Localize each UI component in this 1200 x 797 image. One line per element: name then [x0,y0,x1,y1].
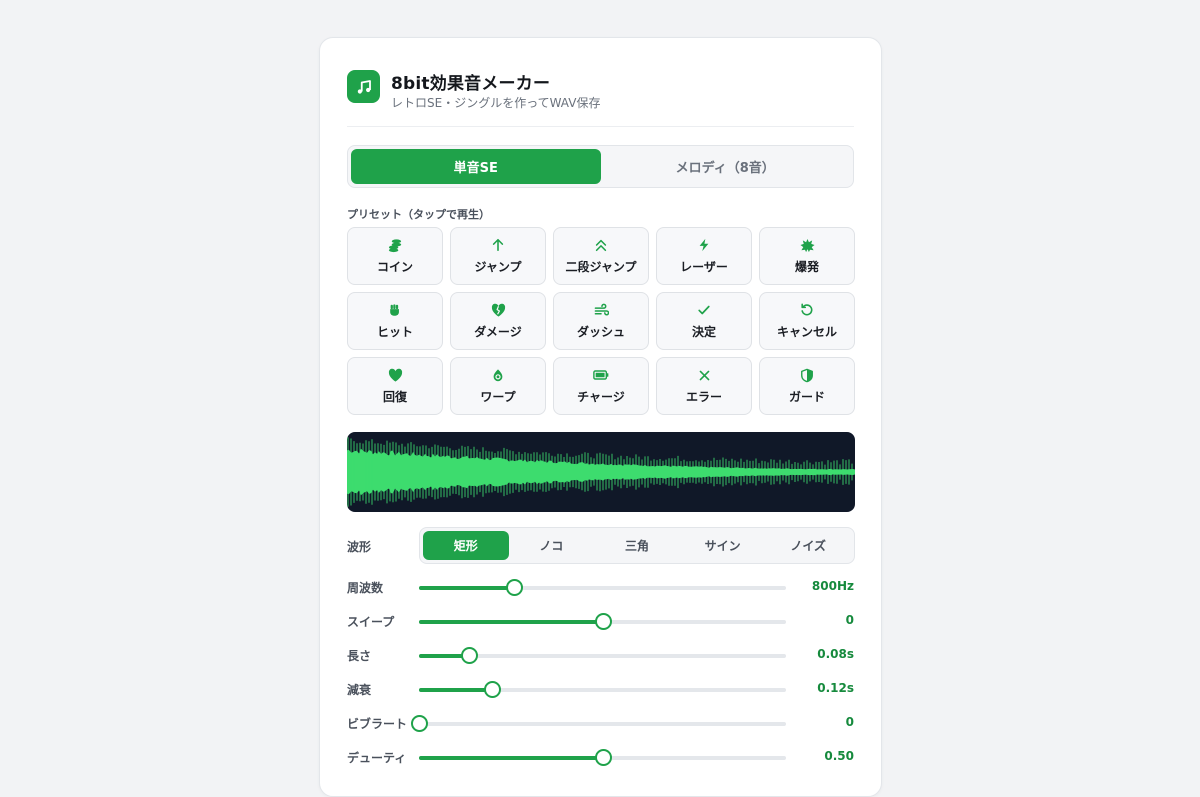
fist-icon [387,302,403,318]
slider-thumb[interactable] [594,613,612,630]
arrow-up-icon [490,237,506,253]
waveform-option-noise[interactable]: ノイズ [765,531,851,560]
preset-label: ジャンプ [474,260,522,274]
presets-label: プリセット（タップで再生） [347,208,490,221]
check-icon [696,302,712,318]
preset-label: ダメージ [474,325,522,339]
slider-value: 0 [845,715,854,729]
broken-heart-icon [490,302,506,318]
bolt-icon [696,237,712,253]
frequency-slider-row: 周波数 800Hz [347,577,854,597]
preset-label: 回復 [382,390,407,404]
slider-label: スイープ [347,615,395,629]
sweep-slider-row: スイープ 0 [347,611,854,631]
preset-coin-button[interactable]: コイン [347,227,443,285]
slider-fill [419,688,493,692]
slider-value: 0.12s [817,681,854,695]
waveform-graphic [347,437,855,507]
vibrato-slider-row: ビブラート 0 [347,713,854,733]
decay-slider-row: 減衰 0.12s [347,679,854,699]
coins-icon [387,237,403,253]
preset-label: キャンセル [776,325,837,339]
preset-label: 二段ジャンプ [565,260,637,274]
shield-icon [799,367,815,383]
preset-label: ダッシュ [576,325,625,339]
preset-laser-button[interactable]: レーザー [656,227,752,285]
music-note-icon [347,70,380,103]
preset-label: 決定 [691,325,716,339]
preset-dash-button[interactable]: ダッシュ [553,292,649,350]
preset-guard-button[interactable]: ガード [759,357,855,415]
preset-label: ヒット [376,325,413,339]
wind-icon [593,302,609,318]
slider-thumb[interactable] [594,749,612,766]
slider-label: 周波数 [347,581,384,595]
waveform-display [347,432,855,512]
slider-value: 800Hz [811,579,854,593]
preset-label: レーザー [680,260,728,274]
preset-explosion-button[interactable]: 爆発 [759,227,855,285]
preset-label: ガード [788,390,825,404]
duty-slider[interactable] [419,749,786,766]
preset-cancel-button[interactable]: キャンセル [759,292,855,350]
slider-label: 減衰 [347,683,372,697]
app-header: 8bit効果音メーカー レトロSE・ジングルを作ってWAV保存 [347,69,854,127]
preset-warp-button[interactable]: ワープ [450,357,546,415]
waveform-option-sine[interactable]: サイン [680,531,766,560]
slider-label: 長さ [347,649,372,663]
double-chevron-up-icon [593,237,609,253]
preset-grid: コイン ジャンプ 二段ジャンプ レーザー 爆発 ヒット ダメージ ダッシュ 決定… [347,227,855,415]
waveform-option-saw[interactable]: ノコ [509,531,595,560]
preset-heal-button[interactable]: 回復 [347,357,443,415]
preset-confirm-button[interactable]: 決定 [656,292,752,350]
waveform-tabs: 矩形 ノコ 三角 サイン ノイズ [419,527,855,564]
burst-icon [799,237,815,253]
slider-label: デューティ [347,751,407,765]
slider-thumb[interactable] [506,579,524,596]
tab-melody[interactable]: メロディ（8音） [601,149,851,184]
battery-icon [593,367,609,383]
preset-label: ワープ [480,390,516,404]
waveform-option-triangle[interactable]: 三角 [594,531,680,560]
app-title: 8bit効果音メーカー [391,74,551,94]
preset-double-jump-button[interactable]: 二段ジャンプ [553,227,649,285]
preset-damage-button[interactable]: ダメージ [450,292,546,350]
slider-fill [419,620,603,624]
frequency-slider[interactable] [419,579,786,596]
preset-label: コイン [376,260,413,274]
heart-icon [387,367,403,383]
x-icon [696,367,712,383]
preset-hit-button[interactable]: ヒット [347,292,443,350]
slider-fill [419,756,603,760]
sweep-slider[interactable] [419,613,786,630]
undo-icon [799,302,815,318]
slider-value: 0.08s [817,647,854,661]
preset-charge-button[interactable]: チャージ [553,357,649,415]
slider-label: ビブラート [347,717,408,731]
slider-value: 0 [845,613,854,627]
warp-icon [490,367,506,383]
slider-fill [419,586,515,590]
preset-label: チャージ [577,390,625,404]
duty-slider-row: デューティ 0.50 [347,747,854,767]
preset-label: エラー [685,390,722,404]
vibrato-slider[interactable] [411,715,786,732]
app-subtitle: レトロSE・ジングルを作ってWAV保存 [391,96,601,110]
slider-thumb[interactable] [460,647,478,664]
decay-slider[interactable] [419,681,786,698]
preset-error-button[interactable]: エラー [656,357,752,415]
slider-thumb[interactable] [411,715,428,732]
slider-value: 0.50 [824,749,854,763]
sfx-maker-card: 8bit効果音メーカー レトロSE・ジングルを作ってWAV保存 単音SE メロデ… [319,37,882,797]
length-slider-row: 長さ 0.08s [347,645,854,665]
mode-tabs: 単音SE メロディ（8音） [347,145,854,188]
tab-single-se[interactable]: 単音SE [351,149,601,184]
preset-jump-button[interactable]: ジャンプ [450,227,546,285]
length-slider[interactable] [419,647,786,664]
waveform-selector-row: 波形 矩形 ノコ 三角 サイン ノイズ [347,527,855,564]
preset-label: 爆発 [794,260,819,274]
slider-thumb[interactable] [484,681,502,698]
waveform-option-square[interactable]: 矩形 [423,531,509,560]
waveform-label: 波形 [347,540,372,554]
